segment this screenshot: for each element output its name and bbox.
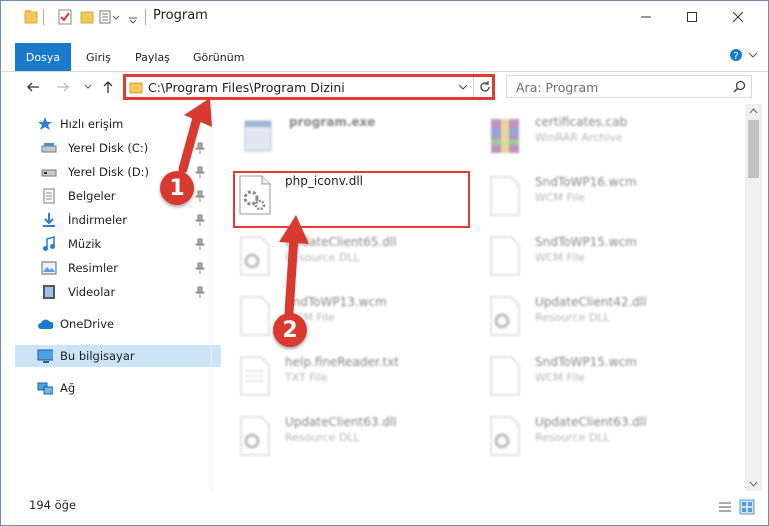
details-view-icon[interactable] — [717, 500, 733, 514]
status-item-count: 194 öğe — [29, 498, 77, 512]
large-icons-view-icon[interactable] — [739, 499, 755, 515]
callout-badge-1: 1 — [160, 171, 194, 205]
callout-arrow-2-head — [279, 215, 309, 244]
callout-badge-2: 2 — [273, 313, 307, 347]
annotation-arrows — [178, 98, 309, 318]
callout-arrow-2 — [284, 232, 299, 318]
explorer-window: Program Dosya Giriş Paylaş Görünüm ? C:\… — [0, 0, 769, 526]
callout-arrow-1 — [178, 113, 202, 174]
